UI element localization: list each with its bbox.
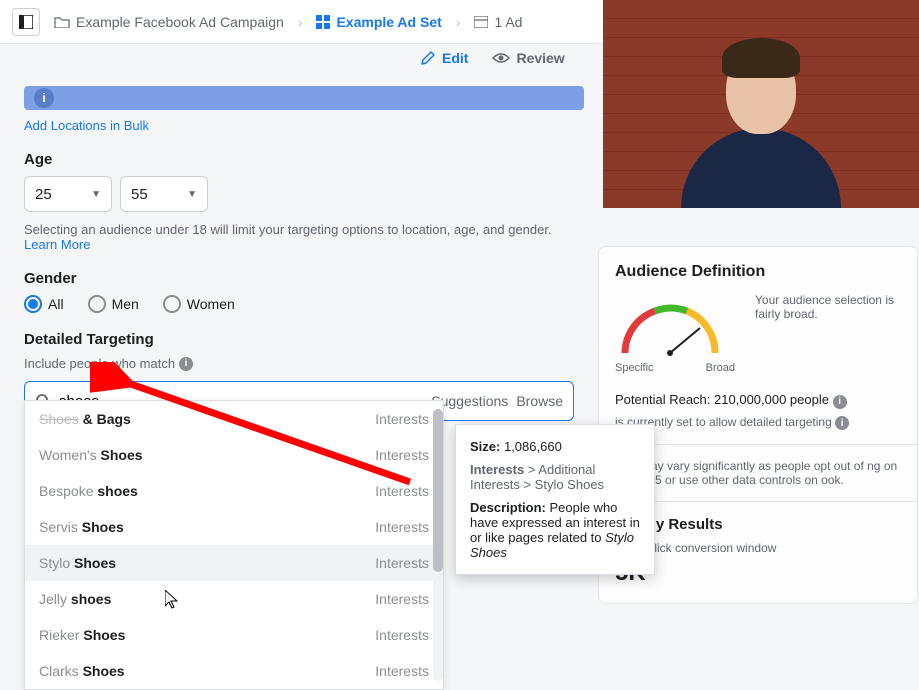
info-icon[interactable]: i — [835, 416, 849, 430]
scrollbar[interactable] — [433, 409, 443, 681]
result-row[interactable]: Rieker ShoesInterests — [25, 617, 443, 653]
result-row[interactable]: Clarks ShoesInterests — [25, 653, 443, 689]
result-row[interactable]: Bespoke shoesInterests — [25, 473, 443, 509]
result-hovercard: Size: 1,086,660 Interests > Additional I… — [455, 424, 655, 575]
ad-icon — [474, 16, 488, 28]
folder-icon — [54, 15, 70, 28]
add-locations-link[interactable]: Add Locations in Bulk — [24, 118, 584, 133]
age-min-value: 25 — [35, 186, 52, 203]
caret-down-icon: ▼ — [187, 189, 197, 200]
radio-icon — [88, 295, 106, 313]
chevron-right-icon: › — [456, 14, 461, 30]
radio-icon — [24, 295, 42, 313]
radio-icon — [163, 295, 181, 313]
daily-sub: 7-day click conversion window — [615, 541, 901, 555]
result-row[interactable]: Servis ShoesInterests — [25, 509, 443, 545]
learn-more-link[interactable]: Learn More — [24, 237, 90, 252]
info-icon[interactable]: i — [833, 395, 847, 409]
age-row: 25 ▼ 55 ▼ — [24, 176, 584, 212]
main-panel: i Drop Pin Add Locations in Bulk Age 25 … — [24, 86, 584, 421]
gender-option-women[interactable]: Women — [163, 295, 235, 313]
caret-down-icon: ▼ — [91, 189, 101, 200]
eye-icon — [492, 52, 510, 64]
breadcrumb-adset-label: Example Ad Set — [336, 14, 441, 30]
age-min-dropdown[interactable]: 25 ▼ — [24, 176, 112, 212]
age-label: Age — [24, 151, 584, 168]
audience-blurb: Your audience selection is fairly broad. — [755, 293, 901, 321]
detailed-sub: Include people who match i — [24, 356, 584, 371]
adset-icon — [316, 15, 330, 29]
ios-warning: ates may vary significantly as people op… — [615, 459, 901, 487]
result-row[interactable]: Jelly shoesInterests — [25, 581, 443, 617]
presenter-webcam — [603, 0, 919, 208]
daily-result-value: 5K — [615, 559, 901, 587]
breadcrumb-ad[interactable]: 1 Ad — [468, 10, 528, 34]
tab-edit-label: Edit — [442, 50, 468, 66]
potential-reach: Potential Reach: 210,000,000 people i — [615, 392, 901, 409]
tab-review-label: Review — [516, 50, 564, 66]
chevron-right-icon: › — [298, 14, 303, 30]
cursor-icon — [165, 590, 181, 610]
pencil-icon — [420, 50, 436, 66]
gender-option-all[interactable]: All — [24, 295, 64, 313]
detail-reach-note: is currently set to allow detailed targe… — [615, 415, 901, 431]
result-row[interactable]: Stylo ShoesInterests — [25, 545, 443, 581]
browse-link[interactable]: Browse — [516, 393, 563, 409]
daily-heading: d Daily Results — [615, 516, 901, 533]
detailed-targeting-label: Detailed Targeting — [24, 331, 584, 348]
tab-edit[interactable]: Edit — [420, 50, 468, 66]
audience-heading: Audience Definition — [615, 263, 901, 281]
breadcrumb-adset[interactable]: Example Ad Set — [310, 10, 447, 34]
tab-review[interactable]: Review — [492, 50, 564, 66]
info-icon[interactable]: i — [34, 88, 54, 108]
targeting-results-dropdown: Shoes & BagsInterests Women's ShoesInter… — [24, 400, 444, 690]
gender-label: Gender — [24, 270, 584, 287]
info-icon[interactable]: i — [179, 357, 193, 371]
breadcrumb-campaign-label: Example Facebook Ad Campaign — [76, 14, 284, 30]
breadcrumb-campaign[interactable]: Example Facebook Ad Campaign — [48, 10, 290, 34]
age-max-value: 55 — [131, 186, 148, 203]
tabs: Edit Review — [420, 50, 565, 66]
audience-gauge — [615, 293, 725, 363]
panel-toggle-icon[interactable] — [12, 8, 40, 36]
age-max-dropdown[interactable]: 55 ▼ — [120, 176, 208, 212]
gender-row: All Men Women — [24, 295, 584, 313]
age-note: Selecting an audience under 18 will limi… — [24, 222, 584, 252]
location-map[interactable]: i Drop Pin — [24, 86, 584, 110]
scrollbar-thumb[interactable] — [433, 409, 443, 572]
result-row[interactable]: Women's ShoesInterests — [25, 437, 443, 473]
gender-option-men[interactable]: Men — [88, 295, 139, 313]
result-row[interactable]: Shoes & BagsInterests — [25, 401, 443, 437]
breadcrumb-ad-label: 1 Ad — [494, 14, 522, 30]
